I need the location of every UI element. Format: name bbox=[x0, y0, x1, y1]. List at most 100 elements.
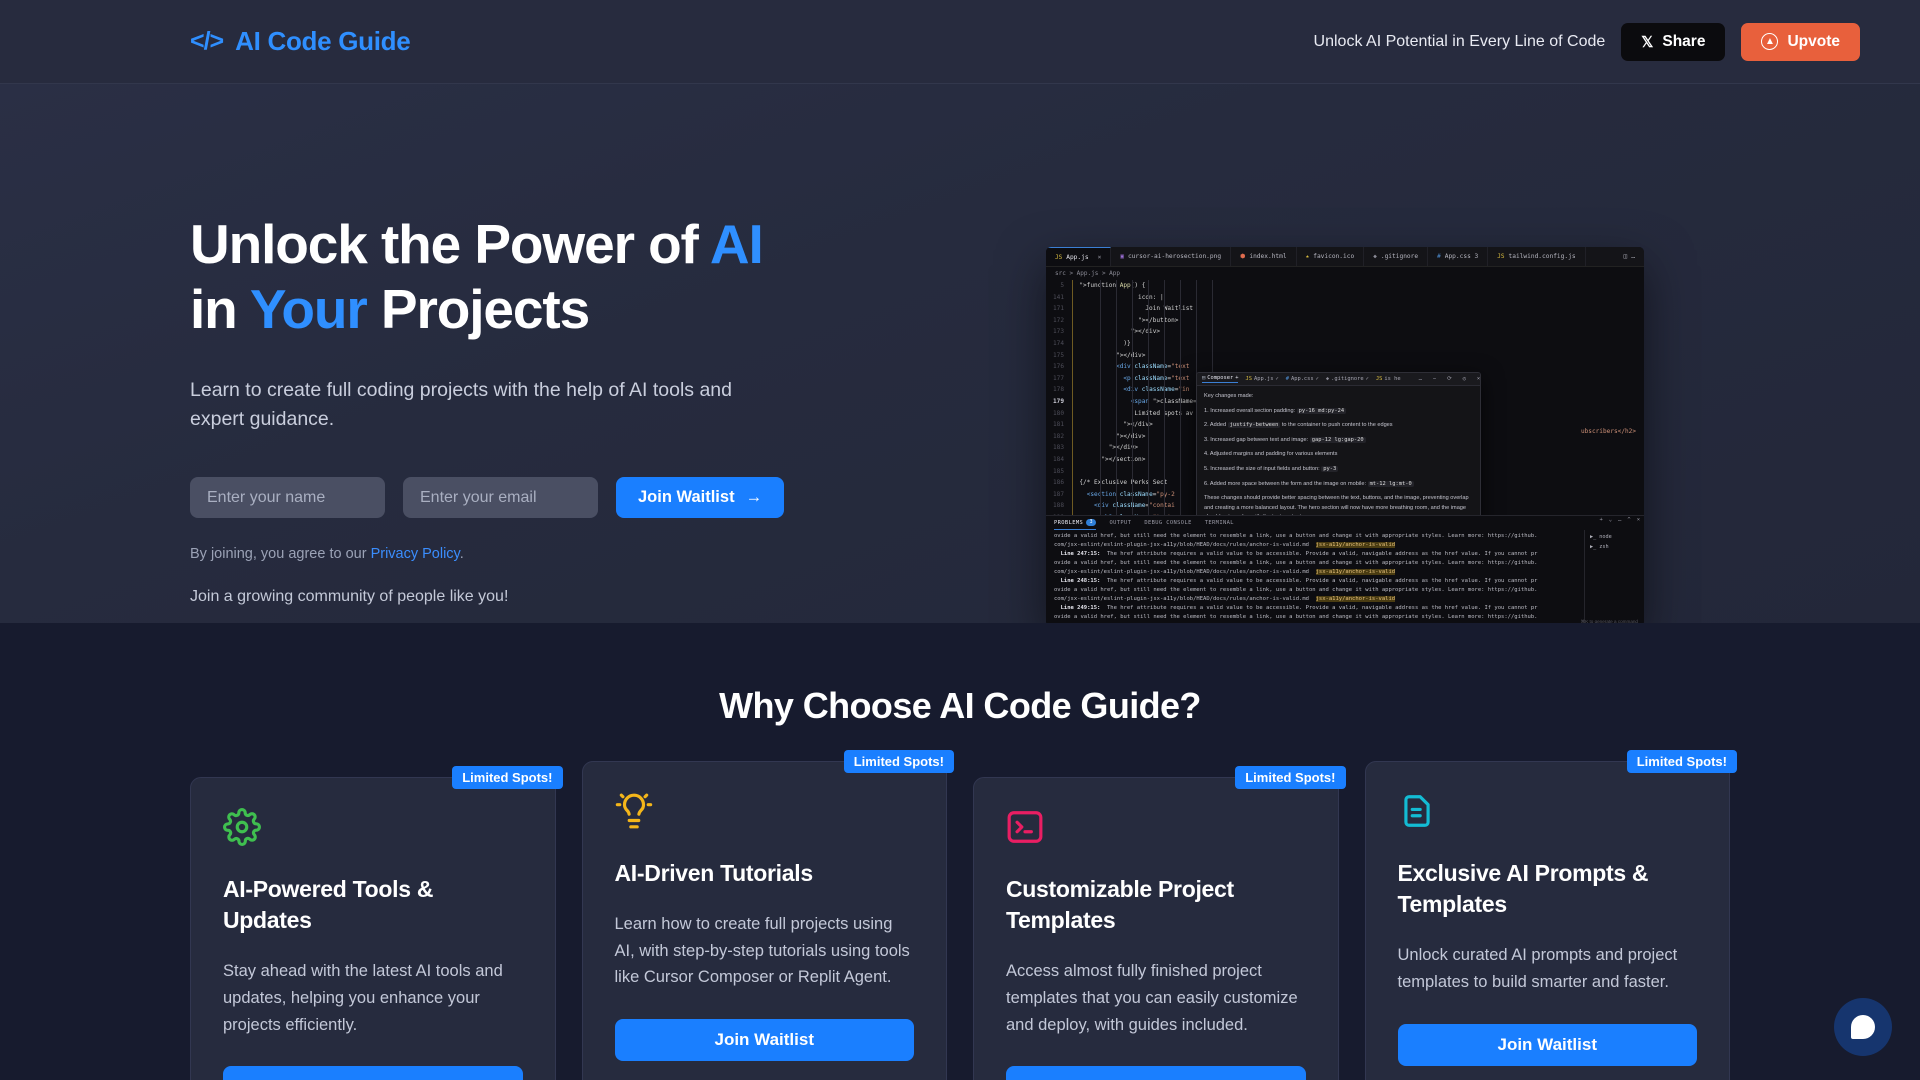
close-icon[interactable]: × bbox=[1098, 254, 1102, 261]
composer-panel[interactable]: ▤ Composer + JS App.js ✓ # App.css ✓ ◆ .gitignore ✓… bbox=[1196, 372, 1481, 515]
more-icon[interactable]: … bbox=[1631, 253, 1635, 260]
email-input[interactable] bbox=[403, 477, 598, 519]
status-badge: Limited Spots! bbox=[1626, 750, 1737, 773]
line-number: 176 bbox=[1052, 363, 1064, 371]
composer-tab-label: is he bbox=[1384, 376, 1401, 382]
editor-code-line: 171 Join Waitlist bbox=[1046, 303, 1644, 315]
more-icon[interactable]: … bbox=[1618, 517, 1621, 523]
terminal-tab-debug-console[interactable]: DEBUG CONSOLE bbox=[1144, 520, 1191, 526]
editor-code-line: 141 icon: | bbox=[1046, 292, 1644, 304]
refresh-icon[interactable]: ⟳ bbox=[1447, 376, 1452, 382]
chat-bubble-icon[interactable] bbox=[1834, 998, 1892, 1056]
join-waitlist-button[interactable]: Join Waitlist → bbox=[616, 477, 785, 519]
git-file-icon: ◆ bbox=[1325, 376, 1330, 382]
terminal-icon: ▶_ bbox=[1590, 544, 1597, 550]
legal-text: By joining, you agree to our Privacy Pol… bbox=[190, 546, 810, 562]
composer-tab-bar: ▤ Composer + JS App.js ✓ # App.css ✓ ◆ .gitignore ✓… bbox=[1197, 373, 1480, 386]
editor-tab-app-css-3[interactable]: # App.css 3 bbox=[1428, 247, 1489, 266]
composer-tab-label: App.js bbox=[1253, 376, 1274, 382]
editor-overflow-code: ubscribers</h2> bbox=[1580, 428, 1636, 435]
close-icon[interactable]: × bbox=[1637, 517, 1640, 523]
editor-tab-tailwind-config-js[interactable]: JS tailwind.config.js bbox=[1488, 247, 1586, 266]
share-button[interactable]: 𝕏 Share bbox=[1621, 22, 1726, 61]
feature-card: Limited Spots! AI-Powered Tools & Updates… bbox=[190, 766, 563, 1080]
line-content: <p className="text bbox=[1123, 374, 1190, 382]
editor-tab-label: cursor-ai-herosection.png bbox=[1127, 253, 1222, 260]
terminal-tab-bar: PROBLEMS 3 OUTPUT DEBUG CONSOLE TERMINAL bbox=[1046, 516, 1644, 530]
feature-card: Limited Spots! AI-Driven Tutorials Learn h… bbox=[581, 750, 954, 1080]
join-waitlist-button[interactable]: Join Waitlist bbox=[1006, 1066, 1306, 1080]
split-terminal-icon[interactable]: ⌄ bbox=[1609, 517, 1612, 523]
editor-tab-favicon-ico[interactable]: ★ favicon.ico bbox=[1297, 247, 1365, 266]
editor-tab-label: favicon.ico bbox=[1313, 253, 1355, 260]
feature-card-title: AI-Driven Tutorials bbox=[614, 860, 814, 886]
line-content: <span ">className= bbox=[1130, 397, 1197, 405]
terminal-tab-output[interactable]: OUTPUT bbox=[1109, 520, 1131, 526]
history-icon[interactable]: ◴ bbox=[1463, 376, 1466, 382]
editor-layout-controls[interactable]: ◫… bbox=[1615, 247, 1644, 266]
hero-title-line2-c: Projects bbox=[366, 277, 590, 340]
terminal-line: com/jsx-eslint/eslint-plugin-jsx-a11y/bl… bbox=[1054, 622, 1636, 623]
more-icon[interactable]: … bbox=[1419, 376, 1422, 382]
privacy-policy-link[interactable]: Privacy Policy bbox=[371, 546, 460, 562]
editor-breadcrumb: src > App.js > App bbox=[1046, 267, 1644, 280]
composer-tab-app-css[interactable]: # App.css ✓ bbox=[1286, 376, 1319, 382]
document-icon bbox=[1398, 792, 1436, 830]
terminal-status-hint: ⌘K to generate a command bbox=[1580, 619, 1638, 623]
item-text-suffix: to the container to push content to the … bbox=[1280, 422, 1393, 429]
css-file-icon: # bbox=[1437, 253, 1441, 260]
composer-tab-is-he[interactable]: JS is he bbox=[1376, 376, 1401, 382]
name-input[interactable] bbox=[190, 477, 385, 519]
problems-count-badge: 3 bbox=[1086, 519, 1097, 526]
join-waitlist-label: Join Waitlist bbox=[638, 488, 735, 507]
editor-terminal-panel: PROBLEMS 3 OUTPUT DEBUG CONSOLE TERMINAL + ⌄… bbox=[1046, 515, 1644, 623]
line-content: <div className="in bbox=[1123, 386, 1190, 394]
composer-tab-app-js[interactable]: JS App.js ✓ bbox=[1245, 376, 1278, 382]
git-file-icon: ◆ bbox=[1373, 253, 1377, 260]
split-editor-icon[interactable]: ◫ bbox=[1624, 253, 1628, 260]
terminal-line: Line 249:15: The href attribute requires… bbox=[1060, 605, 1538, 611]
editor-code-line: 5 ">function App() { bbox=[1046, 280, 1644, 292]
hero-subtitle: Learn to create full coding projects wit… bbox=[190, 378, 733, 431]
maximize-icon[interactable]: ^ bbox=[1627, 517, 1630, 523]
join-waitlist-button[interactable]: Join Waitlist bbox=[223, 1066, 523, 1080]
line-number: 186 bbox=[1052, 479, 1064, 487]
minimize-icon[interactable]: − bbox=[1433, 376, 1436, 382]
editor-tab--gitignore[interactable]: ◆ .gitignore bbox=[1364, 247, 1429, 266]
terminal-shell-node[interactable]: ▶_ node bbox=[1590, 534, 1639, 540]
line-content: "></div> bbox=[1116, 351, 1146, 359]
close-icon[interactable]: × bbox=[1477, 376, 1480, 382]
feature-card-title: Customizable Project Templates bbox=[1006, 876, 1234, 934]
composer-tab--gitignore[interactable]: ◆ .gitignore ✓ bbox=[1326, 376, 1369, 382]
js-file-icon: JS bbox=[1055, 253, 1063, 261]
line-number: 181 bbox=[1052, 421, 1064, 429]
header-actions: Unlock AI Potential in Every Line of Cod… bbox=[1314, 22, 1860, 61]
editor-tab-app-js[interactable]: JS App.js × bbox=[1046, 247, 1112, 266]
terminal-tab-problems[interactable]: PROBLEMS 3 bbox=[1054, 516, 1097, 530]
composer-tab-suffix: ✓ bbox=[1365, 376, 1369, 382]
composer-tab-label: .gitignore bbox=[1331, 376, 1364, 382]
editor-tab-index-html[interactable]: ⬢ index.html bbox=[1231, 247, 1297, 266]
arrow-up-circle-icon: ▲ bbox=[1761, 33, 1779, 50]
composer-paragraph-1: These changes should provide better spac… bbox=[1204, 495, 1469, 515]
join-waitlist-button[interactable]: Join Waitlist bbox=[614, 1019, 914, 1062]
terminal-window-icons[interactable]: + ⌄ … ^ × bbox=[1599, 517, 1640, 523]
composer-tab-suffix: + bbox=[1235, 375, 1239, 381]
brand-name: AI Code Guide bbox=[235, 26, 411, 56]
hero-title-accent-ai: AI bbox=[709, 213, 764, 275]
item-code: py-3 bbox=[1321, 465, 1339, 472]
upvote-button[interactable]: ▲ Upvote bbox=[1741, 22, 1860, 61]
composer-tab-composer[interactable]: ▤ Composer + bbox=[1202, 375, 1239, 383]
item-text: 2. Added bbox=[1204, 422, 1228, 429]
line-number: 185 bbox=[1052, 467, 1064, 475]
add-terminal-icon[interactable]: + bbox=[1599, 517, 1602, 523]
brand-logo[interactable]: </> AI Code Guide bbox=[190, 26, 411, 57]
line-content: <section className="py-2 bbox=[1086, 490, 1175, 498]
terminal-tab-terminal[interactable]: TERMINAL bbox=[1205, 520, 1234, 526]
editor-tab-cursor-ai-herosection-png[interactable]: ▣ cursor-ai-herosection.png bbox=[1111, 247, 1232, 266]
join-waitlist-button[interactable]: Join Waitlist bbox=[1397, 1023, 1697, 1066]
editor-tab-label: .gitignore bbox=[1380, 253, 1419, 260]
terminal-line: com/jsx-eslint/eslint-plugin-jsx-a11y/bl… bbox=[1054, 596, 1396, 602]
terminal-shell-zsh[interactable]: ▶_ zsh bbox=[1590, 544, 1639, 550]
composer-tab-suffix: ✓ bbox=[1275, 376, 1279, 382]
